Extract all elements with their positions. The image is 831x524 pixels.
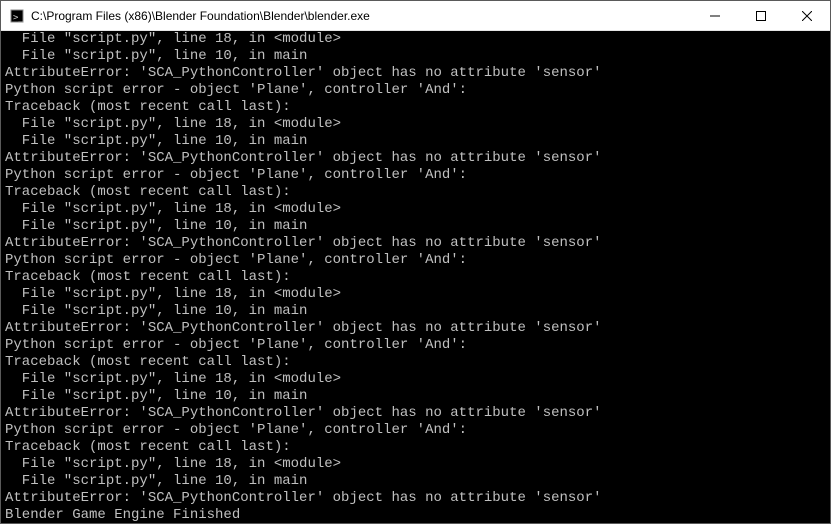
- maximize-button[interactable]: [738, 1, 784, 30]
- titlebar[interactable]: >_ C:\Program Files (x86)\Blender Founda…: [1, 1, 830, 31]
- close-button[interactable]: [784, 1, 830, 30]
- console-line: Python script error - object 'Plane', co…: [5, 82, 826, 99]
- console-line: Blender Game Engine Finished: [5, 507, 826, 523]
- console-line: Python script error - object 'Plane', co…: [5, 167, 826, 184]
- console-line: Python script error - object 'Plane', co…: [5, 422, 826, 439]
- console-line: File "script.py", line 18, in <module>: [5, 201, 826, 218]
- console-line: AttributeError: 'SCA_PythonController' o…: [5, 150, 826, 167]
- console-line: File "script.py", line 18, in <module>: [5, 31, 826, 48]
- console-line: Python script error - object 'Plane', co…: [5, 337, 826, 354]
- titlebar-buttons: [692, 1, 830, 30]
- console-line: Traceback (most recent call last):: [5, 99, 826, 116]
- console-line: File "script.py", line 18, in <module>: [5, 371, 826, 388]
- console-window: >_ C:\Program Files (x86)\Blender Founda…: [0, 0, 831, 524]
- console-line: AttributeError: 'SCA_PythonController' o…: [5, 405, 826, 422]
- console-line: File "script.py", line 10, in main: [5, 218, 826, 235]
- console-output[interactable]: File "script.py", line 18, in <module> F…: [1, 31, 830, 523]
- console-line: AttributeError: 'SCA_PythonController' o…: [5, 235, 826, 252]
- minimize-button[interactable]: [692, 1, 738, 30]
- console-line: Traceback (most recent call last):: [5, 269, 826, 286]
- console-line: File "script.py", line 18, in <module>: [5, 286, 826, 303]
- console-line: File "script.py", line 10, in main: [5, 388, 826, 405]
- console-line: File "script.py", line 10, in main: [5, 48, 826, 65]
- console-line: AttributeError: 'SCA_PythonController' o…: [5, 65, 826, 82]
- console-line: File "script.py", line 18, in <module>: [5, 116, 826, 133]
- console-line: Traceback (most recent call last):: [5, 354, 826, 371]
- console-line: AttributeError: 'SCA_PythonController' o…: [5, 490, 826, 507]
- console-line: Traceback (most recent call last):: [5, 184, 826, 201]
- console-line: File "script.py", line 10, in main: [5, 133, 826, 150]
- console-line: File "script.py", line 18, in <module>: [5, 456, 826, 473]
- window-title: C:\Program Files (x86)\Blender Foundatio…: [31, 9, 692, 23]
- app-icon: >_: [9, 8, 25, 24]
- console-line: Python script error - object 'Plane', co…: [5, 252, 826, 269]
- svg-text:>_: >_: [13, 13, 24, 23]
- console-line: AttributeError: 'SCA_PythonController' o…: [5, 320, 826, 337]
- console-line: File "script.py", line 10, in main: [5, 473, 826, 490]
- console-line: Traceback (most recent call last):: [5, 439, 826, 456]
- console-line: File "script.py", line 10, in main: [5, 303, 826, 320]
